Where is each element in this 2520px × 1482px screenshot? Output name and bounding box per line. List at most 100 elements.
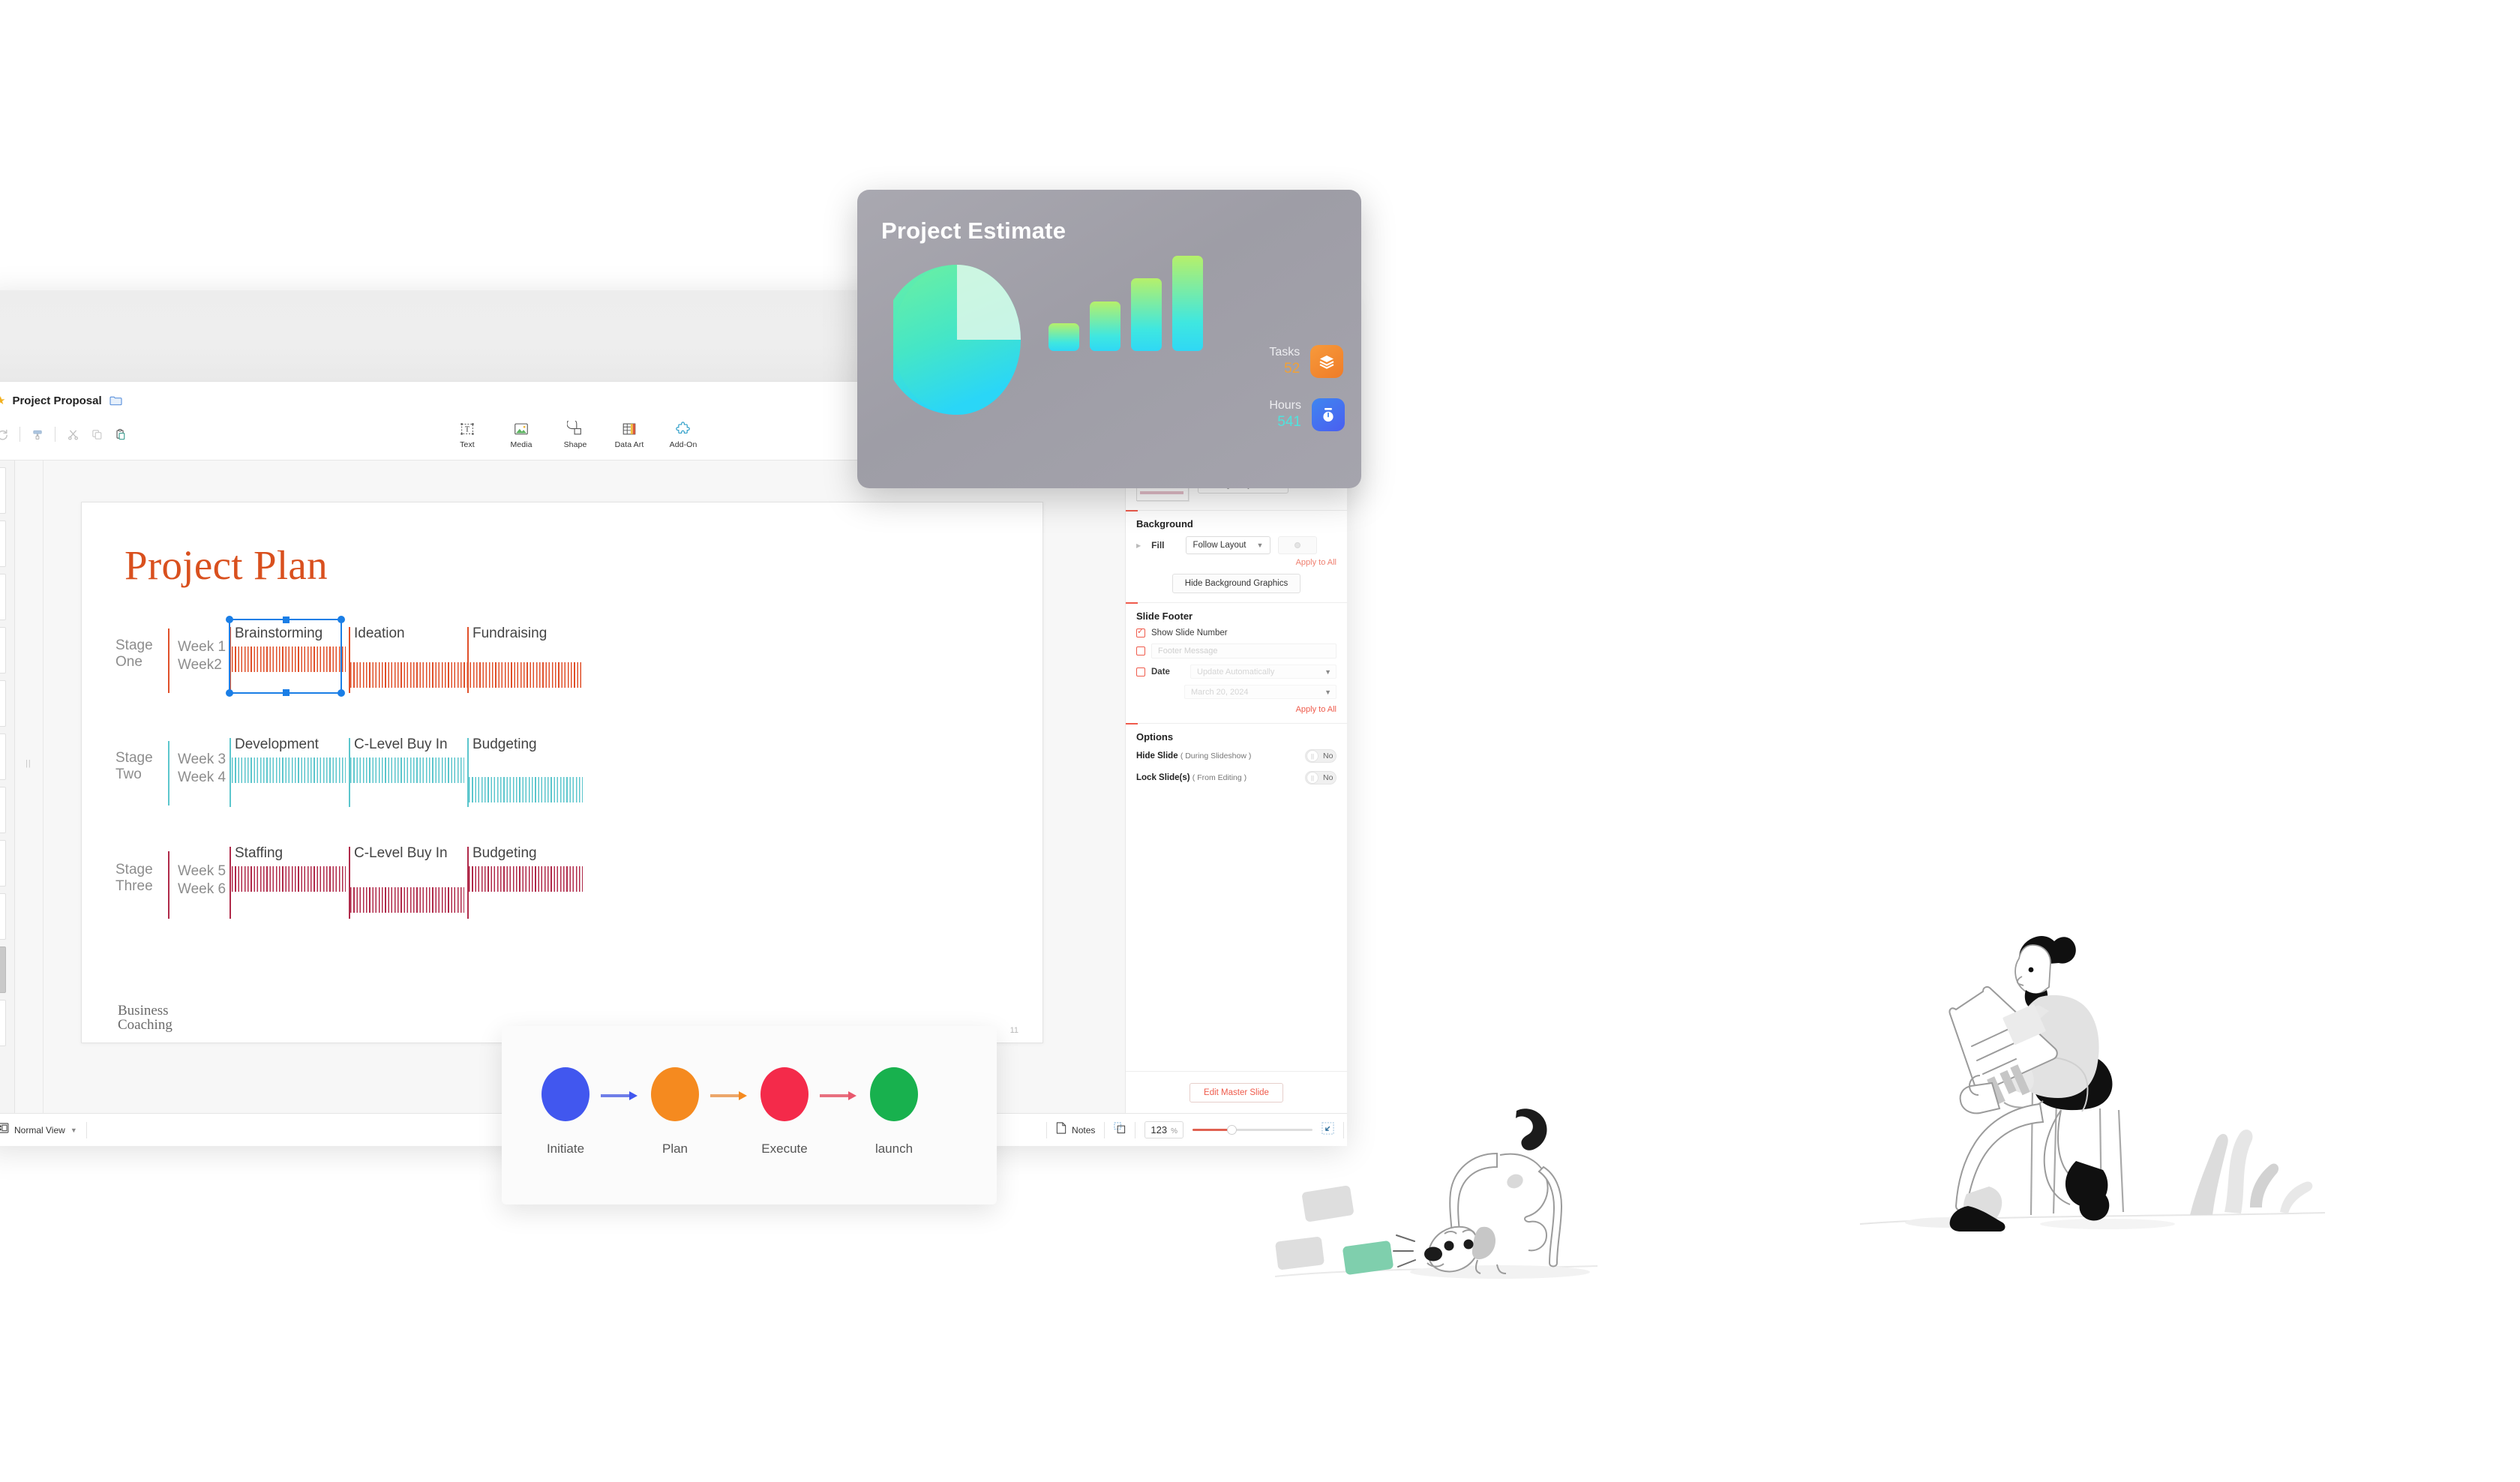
slide-thumbnail[interactable]	[0, 627, 6, 674]
shapes-icon	[567, 420, 584, 438]
process-node-execute[interactable]: Execute	[749, 1067, 820, 1156]
resize-handle-bl[interactable]	[226, 689, 233, 697]
hide-background-graphics-button[interactable]: Hide Background Graphics	[1172, 574, 1301, 593]
slide-thumbnail[interactable]	[0, 520, 6, 567]
task-accent-rule	[230, 847, 231, 919]
estimate-bar	[1090, 302, 1120, 351]
task-label: Budgeting	[472, 845, 537, 861]
stat-tasks: Tasks 52	[1269, 345, 1345, 378]
hide-slide-label: Hide Slide ( During Slideshow )	[1136, 752, 1251, 760]
date-value-row[interactable]: March 20, 2024 ▼	[1136, 685, 1336, 699]
zoom-value-box[interactable]: 123 %	[1144, 1121, 1184, 1138]
view-mode-control[interactable]: Normal View ▼	[0, 1114, 86, 1146]
task-accent-rule	[467, 627, 469, 693]
process-arrow-icon	[601, 1091, 638, 1100]
slide-footer-section: Slide Footer Show Slide Number Footer Me…	[1126, 602, 1347, 724]
footer-message-input[interactable]: Footer Message	[1151, 644, 1336, 658]
process-node-launch[interactable]: launch	[859, 1067, 929, 1156]
slide-thumbnail-rail[interactable]	[0, 460, 15, 1113]
resize-handle-tm[interactable]	[283, 616, 290, 623]
slide-canvas[interactable]: Project Plan Stage One Week 1 Week2 Brain…	[81, 502, 1043, 1043]
slide-thumbnail[interactable]	[0, 680, 6, 727]
show-slide-number-label: Show Slide Number	[1151, 628, 1228, 638]
task-label: Budgeting	[472, 736, 537, 752]
footer-apply-to-all[interactable]: Apply to All	[1136, 705, 1336, 714]
show-slide-number-checkbox[interactable]	[1136, 626, 1145, 638]
slide-thumbnail[interactable]	[0, 1000, 6, 1046]
footer-message-row[interactable]: Footer Message	[1136, 644, 1336, 658]
fill-select[interactable]: Follow Layout ▼	[1185, 536, 1271, 554]
estimate-pie-chart	[893, 265, 1021, 415]
tasks-label: Tasks	[1269, 346, 1300, 359]
slide-thumbnail-selected[interactable]	[0, 946, 6, 993]
task-hatch-bar	[350, 887, 464, 913]
tool-shape[interactable]: Shape	[558, 420, 592, 449]
resize-handle-bm[interactable]	[283, 689, 290, 696]
task-label: Staffing	[235, 845, 284, 861]
selection-frame[interactable]	[226, 616, 345, 697]
hide-slide-row: Hide Slide ( During Slideshow ) || No	[1136, 749, 1336, 763]
expand-triangle-icon[interactable]: ▶	[1136, 542, 1141, 549]
toolbar-divider	[55, 427, 56, 442]
slide-thumbnail[interactable]	[0, 893, 6, 940]
slide-thumbnail[interactable]	[0, 787, 6, 833]
redo-icon[interactable]	[0, 423, 14, 446]
estimate-bar	[1131, 278, 1162, 351]
slide-thumbnail[interactable]	[0, 734, 6, 780]
tool-data-art[interactable]: Data Art	[612, 420, 646, 449]
process-circle	[760, 1067, 808, 1121]
background-apply-to-all[interactable]: Apply to All	[1136, 558, 1336, 567]
format-painter-icon[interactable]	[26, 423, 49, 446]
resize-handle-tl[interactable]	[226, 616, 233, 623]
lock-slide-toggle[interactable]: || No	[1305, 771, 1336, 784]
chevron-down-icon: ▼	[1324, 668, 1331, 676]
chevron-down-icon: ▼	[70, 1126, 77, 1134]
date-row[interactable]: Date Update Automatically ▼	[1136, 664, 1336, 679]
process-node-plan[interactable]: Plan	[640, 1067, 710, 1156]
toggle-knob: ||	[1306, 772, 1318, 784]
project-estimate-card[interactable]: Project Estimate Team Members Tasks 52	[857, 190, 1361, 488]
paste-icon[interactable]	[110, 423, 132, 446]
edit-master-slide-button[interactable]: Edit Master Slide	[1190, 1082, 1283, 1102]
estimate-bar	[1172, 256, 1203, 351]
slide-thumbnail[interactable]	[0, 840, 6, 886]
process-arrow-icon	[710, 1091, 747, 1100]
hide-slide-value: No	[1323, 752, 1334, 760]
zoom-slider-knob[interactable]	[1227, 1125, 1237, 1135]
stage-name: Stage Two	[116, 750, 153, 782]
resize-handle-tr[interactable]	[338, 616, 345, 623]
hide-slide-toggle[interactable]: || No	[1305, 749, 1336, 763]
tool-text[interactable]: T Text	[450, 420, 484, 449]
process-node-initiate[interactable]: Initiate	[530, 1067, 601, 1156]
notes-control[interactable]: Notes	[1047, 1114, 1104, 1146]
rail-collapse-handle[interactable]: ||	[15, 460, 44, 1113]
estimate-bar-chart	[1048, 256, 1203, 351]
cut-icon[interactable]	[62, 423, 84, 446]
slide-title[interactable]: Project Plan	[124, 542, 328, 589]
resize-handle-br[interactable]	[338, 689, 345, 697]
slide-thumbnail[interactable]	[0, 467, 6, 514]
process-flow-card[interactable]: Initiate Plan Execute launch	[502, 1026, 997, 1204]
zoom-slider-fill	[1192, 1129, 1232, 1131]
process-label: Initiate	[546, 1142, 585, 1156]
footer-message-checkbox[interactable]	[1136, 646, 1145, 656]
tool-add-on[interactable]: Add-On	[666, 420, 700, 449]
tool-media[interactable]: Media	[504, 420, 538, 449]
process-nodes: Initiate Plan Execute launch	[530, 1067, 929, 1156]
slide-thumbnail[interactable]	[0, 574, 6, 620]
process-circle	[651, 1067, 699, 1121]
week-label: Week 1	[178, 639, 226, 655]
fill-color-swatch[interactable]	[1278, 536, 1318, 554]
lock-slide-title: Lock Slide(s)	[1136, 773, 1190, 782]
week-label: Week 5	[178, 863, 226, 879]
copy-icon[interactable]	[86, 423, 108, 446]
date-checkbox[interactable]	[1136, 667, 1145, 676]
task-label: C-Level Buy In	[354, 845, 448, 861]
show-slide-number-row[interactable]: Show Slide Number	[1136, 626, 1336, 638]
star-icon[interactable]: ★	[0, 395, 5, 406]
date-mode-select[interactable]: Update Automatically ▼	[1190, 664, 1336, 679]
fit-to-window-control[interactable]	[1105, 1114, 1135, 1146]
zoom-unit: %	[1171, 1127, 1178, 1136]
date-value-select[interactable]: March 20, 2024 ▼	[1184, 685, 1336, 699]
folder-icon[interactable]	[110, 395, 122, 406]
